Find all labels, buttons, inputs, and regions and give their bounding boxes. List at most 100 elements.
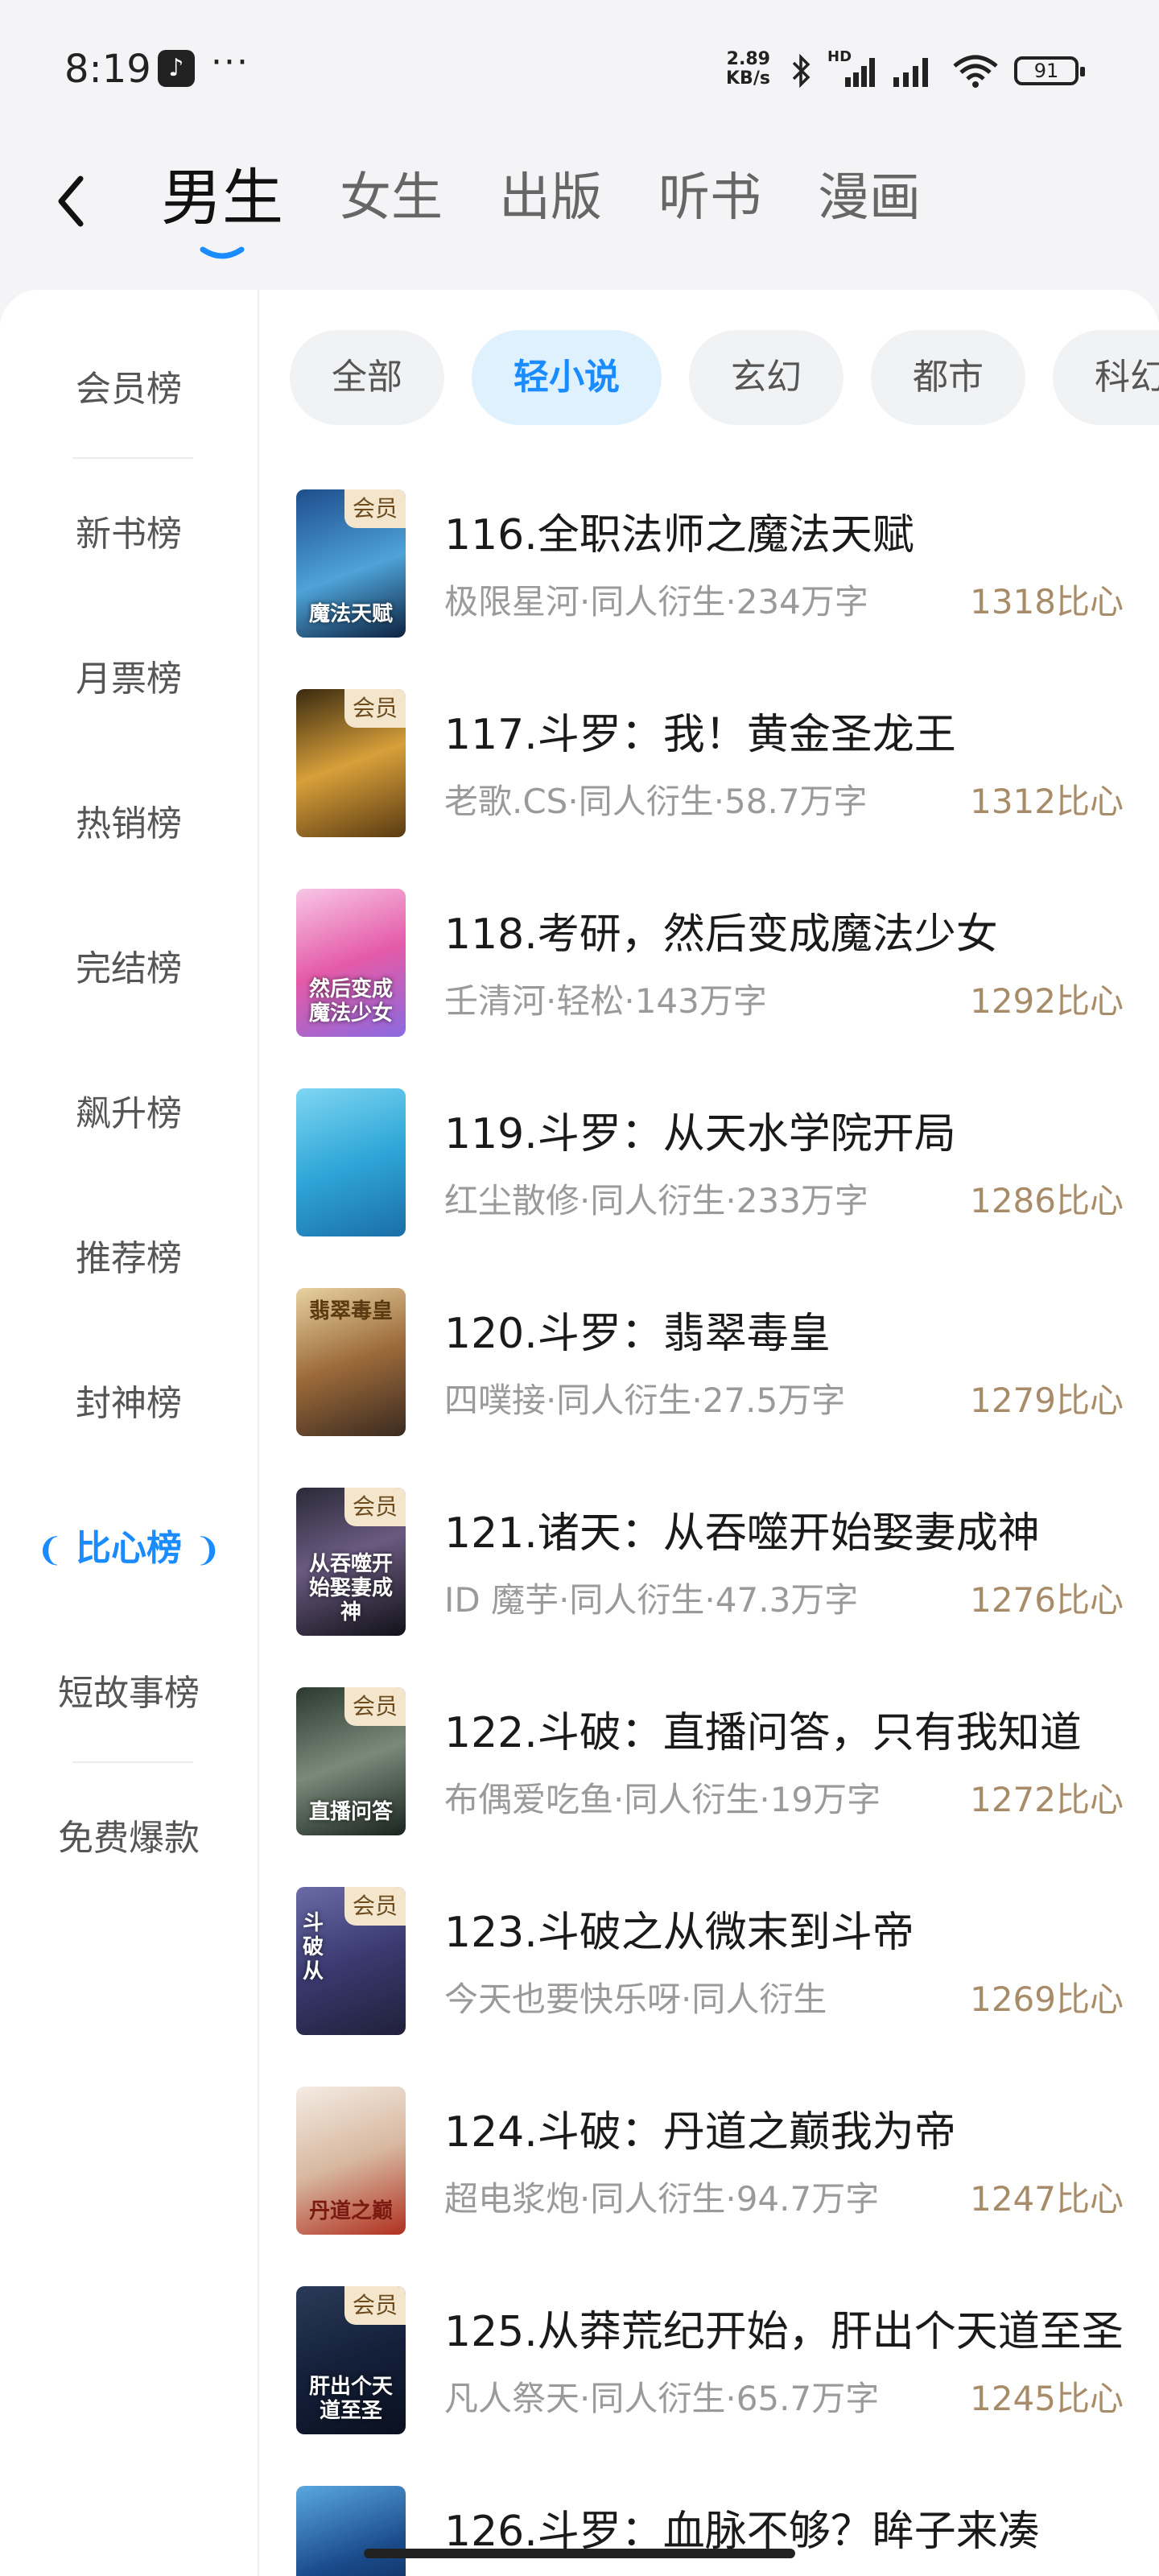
- book-meta: 凡人祭天·同人衍生·65.7万字: [444, 2379, 880, 2418]
- book-cover: 会员 魔法天赋: [296, 489, 406, 638]
- tab-publish[interactable]: 出版: [499, 158, 602, 238]
- book-cover: 会员 肝出个天道至圣: [296, 2286, 406, 2434]
- sidebar-item-bixin[interactable]: ❨ 比心榜 ❩: [0, 1509, 258, 1589]
- book-meta: 老歌.CS·同人衍生·58.7万字: [444, 782, 868, 821]
- sidebar-divider: [72, 457, 193, 459]
- vip-badge: 会员: [344, 2286, 406, 2325]
- book-cover: 然后变成魔法少女: [296, 889, 406, 1037]
- sidebar-item-label: 免费爆款: [58, 1818, 200, 1859]
- back-chevron-icon[interactable]: [48, 169, 97, 233]
- book-cover: 丹道之巅: [296, 2087, 406, 2235]
- book-meta: 壬清河·轻松·143万字: [444, 981, 767, 1021]
- sidebar-item-member[interactable]: 会员榜: [0, 349, 258, 430]
- list-item[interactable]: 会员 魔法天赋 116.全职法师之魔法天赋 极限星河·同人衍生·234万字 13…: [296, 489, 1133, 650]
- tab-label: 漫画: [818, 168, 921, 228]
- header: 男生 女生 出版 听书 漫画: [0, 145, 1159, 266]
- signal-icon: [893, 58, 928, 87]
- book-cover: 会员: [296, 689, 406, 837]
- list-item[interactable]: 会员 直播问答 122.斗破：直播问答，只有我知道 布偶爱吃鱼·同人衍生·19万…: [296, 1687, 1133, 1848]
- book-meta: 布偶爱吃鱼·同人衍生·19万字: [444, 1780, 881, 1819]
- sidebar-item-free[interactable]: 免费爆款: [0, 1798, 258, 1879]
- chip-fantasy[interactable]: 玄幻: [689, 330, 843, 425]
- sidebar-item-label: 会员榜: [76, 369, 182, 410]
- book-meta: 红尘散修·同人衍生·233万字: [444, 1181, 868, 1220]
- book-title: 122.斗破：直播问答，只有我知道: [444, 1709, 1082, 1757]
- sidebar-item-label: 完结榜: [76, 948, 182, 989]
- chip-scifi[interactable]: 科幻: [1053, 330, 1159, 425]
- book-title: 124.斗破：丹道之巅我为帝: [444, 2108, 956, 2157]
- sidebar-divider: [72, 1761, 193, 1763]
- book-cover: 会员 斗破从: [296, 1887, 406, 2035]
- cover-title: 肝出个天道至圣: [308, 2375, 393, 2423]
- cover-title: 然后变成魔法少女: [308, 977, 393, 1026]
- cover-title: 翡翠毒皇: [308, 1299, 393, 1323]
- home-indicator[interactable]: [364, 2549, 795, 2558]
- chip-urban[interactable]: 都市: [871, 330, 1025, 425]
- sidebar-item-legend[interactable]: 封神榜: [0, 1364, 258, 1444]
- book-meta: 极限星河·同人衍生·234万字: [444, 582, 868, 621]
- content-panel: 会员榜 新书榜 月票榜 热销榜 完结榜 飙升榜 推荐榜 封神榜 ❨ 比心榜 ❩ …: [0, 290, 1159, 2576]
- list-item[interactable]: 会员 斗破从 123.斗破之从微末到斗帝 今天也要快乐呀·同人衍生 1269比心: [296, 1887, 1133, 2048]
- sidebar-item-label: 封神榜: [76, 1383, 182, 1424]
- tab-male[interactable]: 男生: [161, 158, 283, 259]
- cover-title: 魔法天赋: [308, 602, 393, 626]
- tab-audiobook[interactable]: 听书: [658, 158, 761, 238]
- bixin-count: 1269比心: [970, 1979, 1124, 2019]
- sidebar-item-label: 热销榜: [76, 803, 182, 844]
- bixin-count: 1292比心: [970, 981, 1124, 1021]
- book-cover: [296, 2486, 406, 2576]
- bixin-count: 1312比心: [970, 782, 1124, 821]
- sidebar-item-label: 月票榜: [76, 658, 182, 700]
- bixin-count: 1245比心: [970, 2379, 1124, 2418]
- sidebar-item-recommend[interactable]: 推荐榜: [0, 1219, 258, 1299]
- sidebar-item-rising[interactable]: 飙升榜: [0, 1074, 258, 1154]
- book-meta: ID 魔芋·同人衍生·47.3万字: [444, 1580, 859, 1620]
- chip-all[interactable]: 全部: [290, 330, 444, 425]
- status-bar: 8:19 ♪ ··· 2.89 KB/s HD 91: [0, 0, 1159, 137]
- list-item[interactable]: 然后变成魔法少女 118.考研，然后变成魔法少女 壬清河·轻松·143万字 12…: [296, 889, 1133, 1050]
- network-speed-unit: KB/s: [726, 68, 770, 89]
- sidebar-item-finished[interactable]: 完结榜: [0, 929, 258, 1009]
- sidebar-item-monthly[interactable]: 月票榜: [0, 639, 258, 720]
- bluetooth-icon: [792, 53, 810, 89]
- sidebar-item-label: 短故事榜: [58, 1673, 200, 1714]
- list-item[interactable]: 119.斗罗：从天水学院开局 红尘散修·同人衍生·233万字 1286比心: [296, 1088, 1133, 1249]
- laurel-left-icon: ❨: [36, 1532, 64, 1569]
- book-title: 119.斗罗：从天水学院开局: [444, 1110, 956, 1158]
- sidebar-item-short-story[interactable]: 短故事榜: [0, 1653, 258, 1734]
- status-icons: HD 91: [789, 48, 1085, 93]
- sidebar-item-label: 推荐榜: [76, 1238, 182, 1279]
- cover-title: 从吞噬开始娶妻成神: [308, 1552, 393, 1624]
- tab-female[interactable]: 女生: [340, 158, 443, 238]
- list-item[interactable]: 会员 肝出个天道至圣 125.从莽荒纪开始，肝出个天道至圣 凡人祭天·同人衍生·…: [296, 2286, 1133, 2447]
- cover-title: 直播问答: [308, 1800, 393, 1824]
- laurel-right-icon: ❩: [194, 1532, 221, 1569]
- sidebar-item-label: 比心榜: [76, 1528, 182, 1569]
- list-item[interactable]: 丹道之巅 124.斗破：丹道之巅我为帝 超电浆炮·同人衍生·94.7万字 124…: [296, 2087, 1133, 2248]
- list-item[interactable]: 会员 从吞噬开始娶妻成神 121.诸天：从吞噬开始娶妻成神 ID 魔芋·同人衍生…: [296, 1488, 1133, 1649]
- cover-title: 斗破从: [302, 1911, 324, 1984]
- vip-badge: 会员: [344, 1687, 406, 1726]
- list-item[interactable]: 会员 117.斗罗：我！黄金圣龙王 老歌.CS·同人衍生·58.7万字 1312…: [296, 689, 1133, 850]
- tiktok-icon: ♪: [158, 50, 195, 87]
- wifi-icon: [953, 55, 998, 88]
- book-cover: 会员 从吞噬开始娶妻成神: [296, 1488, 406, 1636]
- book-meta: 四噗接·同人衍生·27.5万字: [444, 1381, 846, 1420]
- sidebar-item-label: 飙升榜: [76, 1093, 182, 1134]
- book-title: 118.考研，然后变成魔法少女: [444, 910, 998, 959]
- book-title: 123.斗破之从微末到斗帝: [444, 1909, 914, 1957]
- list-item[interactable]: 翡翠毒皇 120.斗罗：翡翠毒皇 四噗接·同人衍生·27.5万字 1279比心: [296, 1288, 1133, 1449]
- book-title: 120.斗罗：翡翠毒皇: [444, 1310, 831, 1358]
- sidebar-item-hot-sale[interactable]: 热销榜: [0, 784, 258, 865]
- tab-comics[interactable]: 漫画: [818, 158, 921, 238]
- book-meta: 今天也要快乐呀·同人衍生: [444, 1979, 827, 2019]
- battery-icon: 91: [1014, 56, 1085, 85]
- tab-label: 听书: [658, 168, 761, 228]
- chip-light-novel[interactable]: 轻小说: [472, 330, 662, 425]
- list-item[interactable]: 126.斗罗：血脉不够？眸子来凑: [296, 2486, 1133, 2576]
- book-cover: [296, 1088, 406, 1236]
- network-speed-value: 2.89: [726, 49, 770, 69]
- network-speed: 2.89 KB/s: [726, 50, 770, 89]
- vip-badge: 会员: [344, 1887, 406, 1926]
- sidebar-item-new[interactable]: 新书榜: [0, 494, 258, 575]
